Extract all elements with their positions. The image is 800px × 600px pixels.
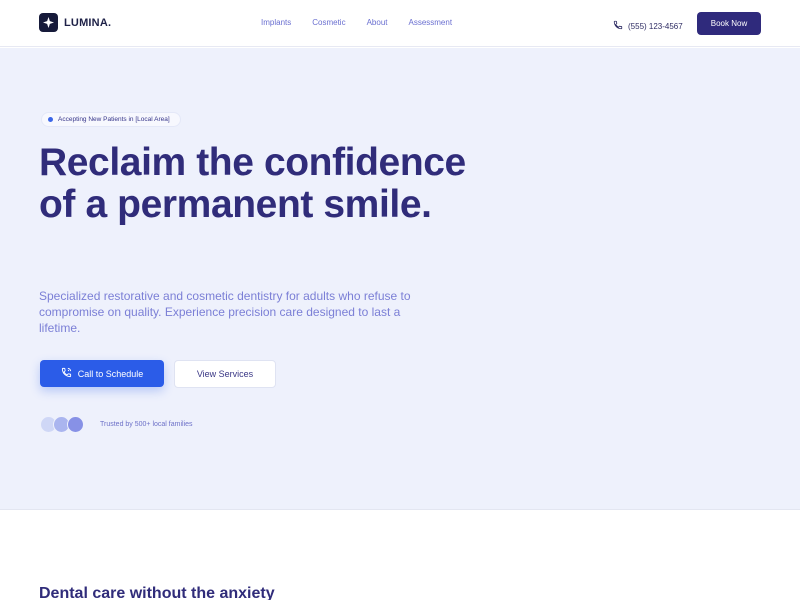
phone-number: (555) 123-4567 bbox=[628, 21, 683, 31]
call-to-schedule-label: Call to Schedule bbox=[77, 368, 144, 379]
view-services-label: View Services bbox=[196, 369, 254, 379]
avatar-group bbox=[40, 416, 90, 434]
avatar bbox=[67, 416, 84, 433]
call-to-schedule-button[interactable]: Call to Schedule bbox=[40, 360, 164, 387]
new-patients-badge: Accepting New Patients in [Local Area] bbox=[41, 112, 181, 127]
logo-diamond-icon bbox=[39, 13, 58, 32]
nav-link-assessment[interactable]: Assessment bbox=[408, 18, 452, 27]
phone-icon bbox=[613, 17, 623, 35]
hero-section: Accepting New Patients in [Local Area] R… bbox=[0, 48, 800, 510]
header-phone-link[interactable]: (555) 123-4567 bbox=[613, 17, 683, 35]
trust-text: Trusted by 500+ local families bbox=[100, 421, 193, 428]
nav-link-implants[interactable]: Implants bbox=[261, 18, 291, 27]
site-header: LUMINA. Implants Cosmetic About Assessme… bbox=[0, 0, 800, 47]
brand-name: LUMINA. bbox=[64, 16, 112, 29]
book-now-button[interactable]: Book Now bbox=[697, 12, 761, 35]
nav-link-about[interactable]: About bbox=[367, 18, 388, 27]
phone-call-icon bbox=[61, 367, 72, 380]
status-dot bbox=[48, 117, 53, 122]
view-services-button[interactable]: View Services bbox=[174, 360, 276, 388]
badge-label: Accepting New Patients in [Local Area] bbox=[58, 116, 170, 123]
main-nav: Implants Cosmetic About Assessment bbox=[261, 18, 473, 27]
nav-link-cosmetic[interactable]: Cosmetic bbox=[312, 18, 345, 27]
headline-line-1: Reclaim the confidence bbox=[39, 141, 466, 184]
brand-logo[interactable]: LUMINA. bbox=[39, 13, 111, 32]
section-title: Dental care without the anxiety bbox=[39, 585, 275, 600]
headline-line-2: of a permanent smile. bbox=[39, 183, 432, 226]
hero-headline: Reclaim the confidence of a permanent sm… bbox=[39, 142, 559, 226]
hero-subtext: Specialized restorative and cosmetic den… bbox=[39, 289, 411, 335]
